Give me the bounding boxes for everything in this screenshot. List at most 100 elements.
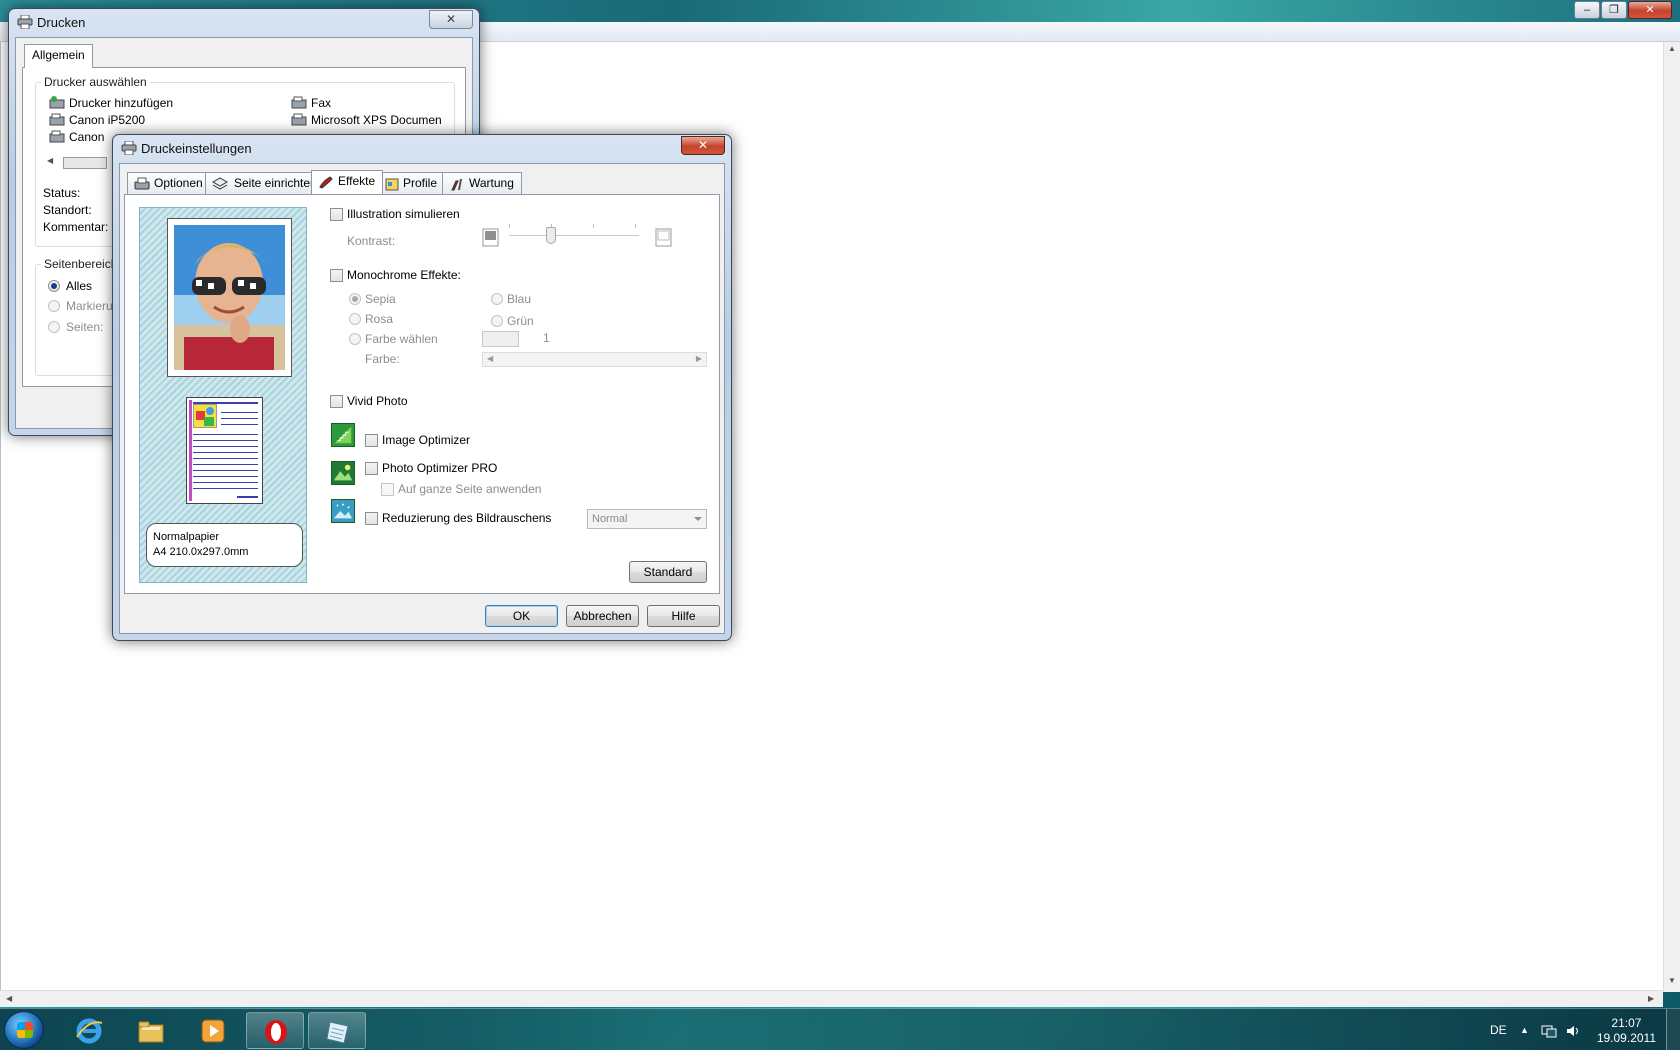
taskbar-opera[interactable]: [246, 1012, 304, 1049]
settings-dialog-close-button[interactable]: ✕: [681, 136, 725, 155]
printer-list-scrollbar[interactable]: ◀: [45, 156, 107, 170]
scroll-left-icon[interactable]: ◀: [487, 354, 493, 363]
scroll-left-icon[interactable]: ◀: [47, 156, 53, 165]
green-label: Grün: [507, 314, 534, 328]
pink-radio[interactable]: [349, 313, 361, 325]
internet-explorer-icon: [76, 1018, 103, 1044]
photo-optimizer-label: Photo Optimizer PRO: [382, 461, 498, 475]
scroll-left-icon[interactable]: ◀: [6, 994, 12, 1003]
tab-label: Wartung: [469, 176, 514, 190]
printer-item-canon[interactable]: Canon: [69, 130, 104, 144]
settings-dialog-title: Druckeinstellungen: [141, 141, 252, 156]
page-text-line: [193, 452, 258, 453]
printer-item-xps[interactable]: Microsoft XPS Documen: [311, 113, 442, 127]
taskbar: DE ▲ 21:07 19.09.2011: [0, 1008, 1680, 1050]
illustration-checkbox[interactable]: [330, 208, 343, 221]
tab-label: Effekte: [338, 174, 376, 188]
print-dialog-close-button[interactable]: ✕: [429, 10, 473, 29]
page-image-block: [193, 404, 217, 428]
child-photo-image: [174, 225, 285, 370]
noise-reduction-checkbox[interactable]: [365, 512, 378, 525]
page-margin-line: [189, 400, 192, 501]
language-indicator[interactable]: DE: [1490, 1023, 1507, 1037]
taskbar-media-player[interactable]: [184, 1012, 242, 1049]
contrast-label: Kontrast:: [347, 234, 396, 248]
color-value: 1: [543, 331, 550, 345]
horizontal-scrollbar[interactable]: ◀ ▶: [0, 990, 1663, 1007]
image-optimizer-icon: [331, 423, 355, 447]
taskbar-notepad[interactable]: [308, 1012, 366, 1049]
system-clock[interactable]: 21:07 19.09.2011: [1597, 1016, 1656, 1046]
taskbar-ie[interactable]: [60, 1012, 118, 1049]
printer-icon: [291, 113, 307, 126]
ok-button[interactable]: OK: [485, 605, 558, 627]
scroll-right-icon[interactable]: ▶: [1648, 994, 1654, 1003]
start-button[interactable]: [4, 1011, 44, 1049]
vertical-scrollbar[interactable]: ▲ ▼: [1663, 42, 1680, 992]
scroll-right-icon[interactable]: ▶: [696, 354, 702, 363]
photo-optimizer-checkbox[interactable]: [365, 462, 378, 475]
noise-level-select[interactable]: Normal: [587, 509, 707, 529]
printer-icon: [17, 15, 33, 29]
cancel-button[interactable]: Abbrechen: [566, 605, 639, 627]
minimize-button[interactable]: –: [1574, 1, 1600, 19]
page-text-line: [221, 412, 258, 413]
range-all-radio[interactable]: [48, 280, 60, 292]
tray-expand-icon[interactable]: ▲: [1520, 1025, 1529, 1035]
tab-profile[interactable]: Profile: [378, 172, 446, 194]
choose-color-radio[interactable]: [349, 333, 361, 345]
page-text-line: [237, 496, 258, 498]
taskbar-explorer[interactable]: [122, 1012, 180, 1049]
tab-optionen[interactable]: Optionen: [127, 172, 211, 194]
contrast-slider-thumb[interactable]: [546, 227, 556, 244]
preview-pane: Normalpapier A4 210.0x297.0mm: [139, 207, 307, 583]
blue-radio[interactable]: [491, 293, 503, 305]
volume-icon[interactable]: [1565, 1023, 1581, 1039]
printer-item-canon-ip5200[interactable]: Canon iP5200: [69, 113, 145, 127]
page-text-line: [193, 458, 258, 459]
color-slider[interactable]: ◀ ▶: [482, 352, 707, 367]
range-pages-radio[interactable]: [48, 321, 60, 333]
maximize-button[interactable]: ❐: [1601, 1, 1627, 19]
clock-time: 21:07: [1611, 1016, 1642, 1030]
vivid-photo-checkbox[interactable]: [330, 395, 343, 408]
image-optimizer-label: Image Optimizer: [382, 433, 471, 447]
monochrome-checkbox[interactable]: [330, 269, 343, 282]
green-radio[interactable]: [491, 315, 503, 327]
photo-preview: [174, 225, 285, 370]
range-pages-label: Seiten:: [66, 320, 104, 334]
show-desktop-button[interactable]: [1666, 1009, 1680, 1050]
separator: [325, 552, 709, 553]
image-optimizer-checkbox[interactable]: [365, 434, 378, 447]
scroll-up-icon[interactable]: ▲: [1668, 44, 1676, 53]
location-label: Standort:: [43, 203, 92, 217]
network-icon[interactable]: [1541, 1023, 1557, 1039]
choose-color-label: Farbe wählen: [365, 332, 438, 346]
range-selection-radio[interactable]: [48, 300, 60, 312]
whole-page-label: Auf ganze Seite anwenden: [398, 482, 542, 496]
printer-icon: [121, 141, 137, 155]
add-printer-icon: [49, 96, 65, 109]
scroll-down-icon[interactable]: ▼: [1668, 976, 1676, 985]
page-text-line: [193, 482, 258, 483]
help-button[interactable]: Hilfe: [647, 605, 720, 627]
printer-item-add[interactable]: Drucker hinzufügen: [69, 96, 173, 110]
tab-allgemein[interactable]: Allgemein: [24, 44, 93, 68]
printer-item-fax[interactable]: Fax: [311, 96, 331, 110]
color-swatch[interactable]: [482, 331, 519, 347]
slider-tick: [509, 224, 510, 228]
page-range-label: Seitenbereich: [41, 257, 121, 271]
tab-effekte[interactable]: Effekte: [311, 170, 384, 194]
whole-page-checkbox[interactable]: [381, 483, 394, 496]
scroll-thumb[interactable]: [63, 157, 107, 169]
standard-button[interactable]: Standard: [629, 561, 707, 583]
tab-seite-einrichten[interactable]: Seite einrichten: [205, 172, 325, 194]
tab-wartung[interactable]: Wartung: [442, 172, 522, 194]
contrast-low-icon: [482, 228, 499, 247]
main-close-button[interactable]: ✕: [1628, 1, 1672, 19]
sepia-label: Sepia: [365, 292, 396, 306]
sepia-radio[interactable]: [349, 293, 361, 305]
separator: [325, 416, 709, 417]
page-text-line: [193, 446, 258, 447]
contrast-slider-track[interactable]: [509, 235, 639, 237]
